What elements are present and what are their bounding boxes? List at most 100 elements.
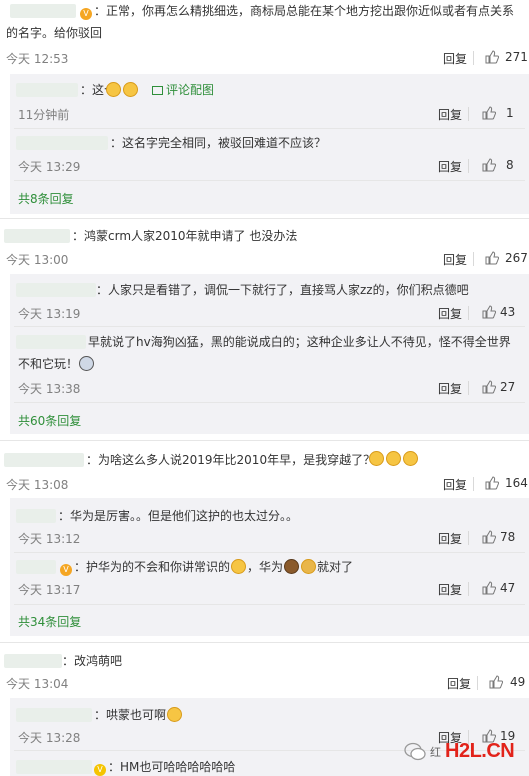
comment-time: 今天 13:04 bbox=[6, 677, 69, 691]
thumbs-up-icon[interactable] bbox=[485, 251, 499, 265]
reply-button[interactable]: 回复 bbox=[447, 675, 471, 692]
reply-text-cont: 不和它玩！ bbox=[18, 355, 95, 373]
thumbs-up-icon[interactable] bbox=[482, 530, 496, 544]
reply-button[interactable]: 回复 bbox=[443, 251, 467, 268]
comment-text: ：为啥这么多人说2019年比2010年早，是我穿越了？ bbox=[86, 453, 376, 467]
comment-text-cont: 的名字。给你驳回 bbox=[6, 26, 103, 40]
comment-text: ：改鸿萌吧 bbox=[62, 654, 123, 668]
reply-time: 今天 13:29 bbox=[18, 160, 81, 174]
vip-badge-icon: V bbox=[94, 760, 106, 776]
divider-line bbox=[0, 440, 529, 441]
username-blurred[interactable] bbox=[4, 229, 70, 243]
comment-image-link[interactable]: 评论配图 bbox=[152, 81, 214, 99]
like-count: 27 bbox=[500, 380, 516, 394]
wechat-icon bbox=[404, 742, 426, 760]
reply-text: ：HM也可哈哈哈哈哈哈 bbox=[108, 760, 236, 774]
thumbs-up-icon[interactable] bbox=[482, 158, 496, 172]
username-blurred[interactable] bbox=[16, 760, 92, 774]
reply-time: 今天 13:12 bbox=[18, 532, 81, 546]
reply-text-label: ：护华为的不会和你讲常识的 bbox=[74, 560, 231, 574]
view-more-replies-link[interactable]: 共8条回复 bbox=[18, 190, 74, 207]
reply-button[interactable]: 回复 bbox=[443, 50, 467, 67]
emoji-icon bbox=[79, 356, 95, 371]
reply-button[interactable]: 回复 bbox=[438, 158, 462, 175]
like-count: 1 bbox=[506, 106, 514, 120]
reply-time: 今天 13:38 bbox=[18, 382, 81, 396]
reply-text: ：华为是厉害。。但是他们这护的也太过分。。 bbox=[58, 509, 299, 523]
reply-time: 11分钟前 bbox=[18, 108, 70, 122]
thumbs-up-icon[interactable] bbox=[482, 380, 496, 394]
emoji-icon bbox=[231, 559, 247, 574]
reply-text: ：人家只是看错了，调侃一下就行了，直接骂人家zz的，你们积点德吧 bbox=[96, 283, 469, 297]
divider-line bbox=[14, 326, 525, 327]
image-icon bbox=[152, 86, 163, 95]
emoji-icon bbox=[105, 82, 139, 97]
like-count: 43 bbox=[500, 305, 516, 319]
username-blurred[interactable] bbox=[4, 654, 62, 668]
thumbs-up-icon[interactable] bbox=[482, 106, 496, 120]
thumbs-up-icon[interactable] bbox=[482, 305, 496, 319]
vip-badge-icon: V bbox=[60, 560, 72, 576]
reply-time: 今天 13:28 bbox=[18, 731, 81, 745]
emoji-icon bbox=[284, 559, 300, 574]
watermark-prefix: 红 bbox=[430, 745, 441, 759]
thumbs-up-icon[interactable] bbox=[485, 50, 499, 64]
divider-line bbox=[0, 218, 529, 219]
vip-badge-icon: V bbox=[80, 4, 92, 20]
username-blurred[interactable] bbox=[10, 4, 76, 18]
username-blurred[interactable] bbox=[16, 136, 108, 150]
like-count: 267 bbox=[505, 251, 528, 265]
reply-time: 今天 13:17 bbox=[18, 583, 81, 597]
emoji-icon bbox=[368, 451, 419, 466]
divider bbox=[468, 582, 469, 596]
divider bbox=[468, 159, 469, 173]
username-blurred[interactable] bbox=[16, 335, 86, 349]
like-count: 78 bbox=[500, 530, 516, 544]
emoji-icon bbox=[167, 707, 183, 722]
reply-text: ：哄蒙也可啊 bbox=[94, 706, 183, 724]
reply-button[interactable]: 回复 bbox=[438, 581, 462, 598]
username-blurred[interactable] bbox=[16, 83, 78, 97]
comment-text: ：鸿蒙crm人家2010年就申请了 也没办法 bbox=[72, 229, 298, 243]
like-count: 49 bbox=[510, 675, 526, 689]
username-blurred[interactable] bbox=[4, 453, 84, 467]
divider-line bbox=[0, 642, 529, 643]
reply-text-label: 就对了 bbox=[317, 560, 354, 574]
username-blurred[interactable] bbox=[16, 708, 92, 722]
divider bbox=[473, 477, 474, 491]
view-more-replies-link[interactable]: 共60条回复 bbox=[18, 412, 81, 429]
divider bbox=[473, 51, 474, 65]
reply-text: 早就说了hv海狗凶猛，黑的能说成白的；这种企业多让人不待见，怪不得全世界 bbox=[88, 335, 511, 349]
thumbs-up-icon[interactable] bbox=[482, 581, 496, 595]
reply-time: 今天 13:19 bbox=[18, 307, 81, 321]
divider bbox=[468, 531, 469, 545]
divider-line bbox=[14, 128, 525, 129]
reply-button[interactable]: 回复 bbox=[438, 106, 462, 123]
thumbs-up-icon[interactable] bbox=[485, 476, 499, 490]
divider-line bbox=[14, 604, 525, 605]
reply-text-label: ：哄蒙也可啊 bbox=[94, 708, 167, 722]
divider bbox=[477, 676, 478, 690]
reply-button[interactable]: 回复 bbox=[438, 380, 462, 397]
comment-image-label: 评论配图 bbox=[166, 83, 215, 97]
reply-button[interactable]: 回复 bbox=[443, 476, 467, 493]
username-blurred[interactable] bbox=[16, 560, 56, 574]
reply-text-label: ，华为 bbox=[247, 560, 284, 574]
username-blurred[interactable] bbox=[16, 509, 56, 523]
like-count: 8 bbox=[506, 158, 514, 172]
username-blurred[interactable] bbox=[16, 283, 96, 297]
divider bbox=[473, 252, 474, 266]
comment-time: 今天 12:53 bbox=[6, 52, 69, 66]
reply-text-cont-label: 不和它玩！ bbox=[18, 357, 79, 371]
like-count: 164 bbox=[505, 476, 528, 490]
comment-time: 今天 13:00 bbox=[6, 253, 69, 267]
divider-line bbox=[14, 402, 525, 403]
divider bbox=[468, 381, 469, 395]
reply-button[interactable]: 回复 bbox=[438, 530, 462, 547]
reply-button[interactable]: 回复 bbox=[438, 305, 462, 322]
watermark-site: H2L.CN bbox=[445, 740, 515, 762]
thumbs-up-icon[interactable] bbox=[489, 675, 503, 689]
view-more-replies-link[interactable]: 共34条回复 bbox=[18, 613, 81, 630]
emoji-icon bbox=[301, 559, 317, 574]
divider bbox=[468, 306, 469, 320]
